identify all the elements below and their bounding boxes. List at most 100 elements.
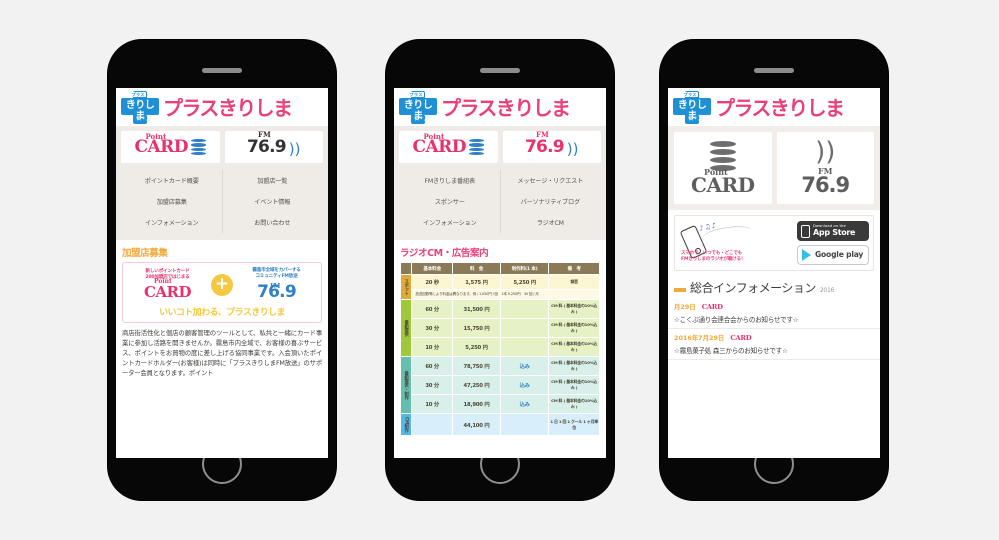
cell-remark: CM 料 ( 基本料金の10%込み ) <box>548 375 600 395</box>
cell-production <box>500 337 550 357</box>
quick-buttons-row: Point CARD FM 76.9 )) <box>394 126 606 168</box>
table-row: 番組提供 60 分 31,500 円 CM 料 ( 基本料金の10%込み ) <box>399 299 600 357</box>
phone-mockup-1: プラス きりしま ((•)) プラスきりしま Point CARD FM 76.… <box>108 40 336 500</box>
fm-radio-button-large[interactable]: )) FM 76.9 <box>776 132 874 204</box>
cell-remark: CM 料 ( 基本料金の10%込み ) <box>548 337 600 357</box>
point-card-button[interactable]: Point CARD <box>121 131 220 163</box>
cell-production: 5,250 円 <box>500 274 550 290</box>
nav-menu-2: FMきりしま番組表 スポンサー インフォメーション メッセージ・リクエスト パー… <box>394 168 606 240</box>
nav-item-program-schedule[interactable]: FMきりしま番組表 <box>400 170 500 191</box>
signal-wave-icon: )) <box>815 136 836 167</box>
information-suffix: 2016 <box>819 287 834 294</box>
point-label: Point <box>423 131 445 141</box>
fm-radio-button[interactable]: FM 76.9 )) <box>502 129 601 163</box>
app-store-badge[interactable]: Download on the App Store <box>797 221 869 241</box>
cell-fee: 31,500 円 <box>451 299 502 319</box>
nav-item-personality-blog[interactable]: パーソナリティブログ <box>501 191 601 212</box>
fm-frequency: 76.9 <box>247 136 287 157</box>
nav-item-event-info[interactable]: イベント情報 <box>223 191 323 212</box>
cross-logo-icon: プラス きりしま ((•)) <box>673 91 711 124</box>
google-play-badge[interactable]: Google play <box>797 245 869 265</box>
cell-fee: 1,575 円 <box>451 274 502 290</box>
point-label: Point <box>704 167 728 177</box>
table-header-row: 基本料金 料 金 制作料(1 本) 備 考 <box>399 262 600 275</box>
cross-logo-icon: プラス きりしま ((•)) <box>399 91 437 124</box>
cell-remark: CM 料 ( 基本料金の10%込み ) <box>548 318 600 338</box>
cell-production <box>500 412 550 437</box>
nav-item-sponsor[interactable]: スポンサー <box>400 191 500 212</box>
nav-item-information[interactable]: インフォメーション <box>400 212 500 233</box>
cell-production: 込み <box>500 375 550 395</box>
nav-item-member-recruit[interactable]: 加盟店募集 <box>122 191 222 212</box>
brand-wordmark: プラスきりしま <box>441 97 570 118</box>
th-base-fee: 基本料金 <box>411 262 453 275</box>
site-header: プラス きりしま ((•)) プラスきりしま <box>394 88 606 126</box>
section-heading-recruit: 加盟店募集 <box>116 240 328 262</box>
list-item[interactable]: 月29日 CARD ☆こくぶ通り会連合会からのお知らせです☆ <box>668 298 880 329</box>
cell-fee: 44,100 円 <box>451 412 502 437</box>
cell-fee: 15,750 円 <box>451 318 502 338</box>
promo-point-label: Point <box>153 277 172 285</box>
row-label-program: 番組提供 <box>399 299 413 357</box>
fm-radio-button[interactable]: FM 76.9 )) <box>224 129 323 163</box>
badge-plus-label: プラス <box>682 91 699 98</box>
big-quick-buttons-row: Point CARD )) FM 76.9 <box>668 126 880 210</box>
cell-duration: 60 分 <box>411 356 453 376</box>
cell-fee: 47,250 円 <box>451 375 502 395</box>
table-row: スポット 20 秒 1,575 円 5,250 円 録音 <box>399 274 600 300</box>
table-row: 10 分 5,250 円 CM 料 ( 基本料金の10%込み ) <box>401 337 600 357</box>
wifi-icon: ((•)) <box>136 114 152 122</box>
info-text: ☆こくぶ通り会連合会からのお知らせです☆ <box>674 316 799 324</box>
app-caption-line2: FMきりしまのラジオが聴ける! <box>681 257 743 262</box>
cell-duration: 10 分 <box>411 337 453 357</box>
promo-banner[interactable]: 新しいポイントカード 200加盟店ではじまる Point CARD + 霧島市全… <box>122 262 322 323</box>
fm-frequency: 76.9 <box>525 136 565 157</box>
phone-mockup-2: プラス きりしま ((•)) プラスきりしま Point CARD FM 76.… <box>386 40 614 500</box>
cell-remark: 1 日 1 回 1 クール 1 ヶ月単位 <box>548 412 600 437</box>
coin-stack-icon <box>469 138 485 156</box>
table-row: 30 分 15,750 円 CM 料 ( 基本料金の10%込み ) <box>401 318 600 338</box>
info-date: 月29日 <box>674 303 696 311</box>
cell-remark: CM 料 ( 基本料金の10%込み ) <box>548 394 600 414</box>
fm-label: FM <box>536 129 549 139</box>
cross-logo-icon: プラス きりしま ((•)) <box>121 91 159 124</box>
row-label-cm-production: CM制作 <box>399 412 413 437</box>
th-fee: 料 金 <box>451 262 502 275</box>
coin-stack-icon <box>191 138 207 156</box>
nav-item-radio-cm[interactable]: ラジオCM <box>501 212 601 233</box>
site-header: プラス きりしま ((•)) プラスきりしま <box>116 88 328 126</box>
nav-item-store-list[interactable]: 加盟店一覧 <box>223 170 323 191</box>
app-download-banner[interactable]: ♪♫♪ スマホで、いつでも・どこでも FMきりしまのラジオが聴ける! Downl… <box>674 215 874 271</box>
table-row: 30 分 47,250 円 込み CM 料 ( 基本料金の10%込み ) <box>401 375 600 395</box>
app-illustration: ♪♫♪ スマホで、いつでも・どこでも FMきりしまのラジオが聴ける! <box>679 221 793 265</box>
screenshot-stage: プラス きりしま ((•)) プラスきりしま Point CARD FM 76.… <box>0 0 999 540</box>
cell-fee: 18,900 円 <box>451 394 502 414</box>
fm-frequency: 76.9 <box>801 172 850 197</box>
cell-fee: 78,750 円 <box>451 356 502 376</box>
nav-item-message-request[interactable]: メッセージ・リクエスト <box>501 170 601 191</box>
signal-wave-icon: )) <box>566 139 579 158</box>
nav-item-card-overview[interactable]: ポイントカード概要 <box>122 170 222 191</box>
cell-remark: CM 料 ( 基本料金の10%込み ) <box>548 356 600 376</box>
nav-item-information[interactable]: インフォメーション <box>122 212 222 233</box>
nav-item-contact[interactable]: お問い合わせ <box>223 212 323 233</box>
fm-label: FM <box>258 129 271 139</box>
nav-menu-1: ポイントカード概要 加盟店募集 インフォメーション 加盟店一覧 イベント情報 お… <box>116 168 328 240</box>
plus-icon: + <box>211 273 233 296</box>
badge-plus-label: プラス <box>408 91 425 98</box>
point-card-button[interactable]: Point CARD <box>399 131 498 163</box>
table-row: 10 分 18,900 円 込み CM 料 ( 基本料金の10%込み ) <box>401 394 600 414</box>
apple-icon <box>801 224 810 238</box>
phone-screen-3: プラス きりしま ((•)) プラスきりしま Point CARD )) FM … <box>668 88 880 458</box>
point-card-button-large[interactable]: Point CARD <box>674 132 772 204</box>
list-item[interactable]: 2016年7月29日 CARD ☆霧島菓子処 森三からのお知らせです☆ <box>668 329 880 360</box>
phone-speaker-icon <box>754 68 794 73</box>
info-tag: CARD <box>701 302 723 311</box>
site-header: プラス きりしま ((•)) プラスきりしま <box>668 88 880 126</box>
phone-speaker-icon <box>202 68 242 73</box>
table-row: 番組提供・制作 60 分 78,750 円 込み CM 料 ( 基本料金の10%… <box>399 356 600 414</box>
th-remarks: 備 考 <box>548 262 600 275</box>
nav-column-right: 加盟店一覧 イベント情報 お問い合わせ <box>223 170 323 233</box>
cell-fee: 5,250 円 <box>451 337 502 357</box>
phone-screen-1: プラス きりしま ((•)) プラスきりしま Point CARD FM 76.… <box>116 88 328 458</box>
